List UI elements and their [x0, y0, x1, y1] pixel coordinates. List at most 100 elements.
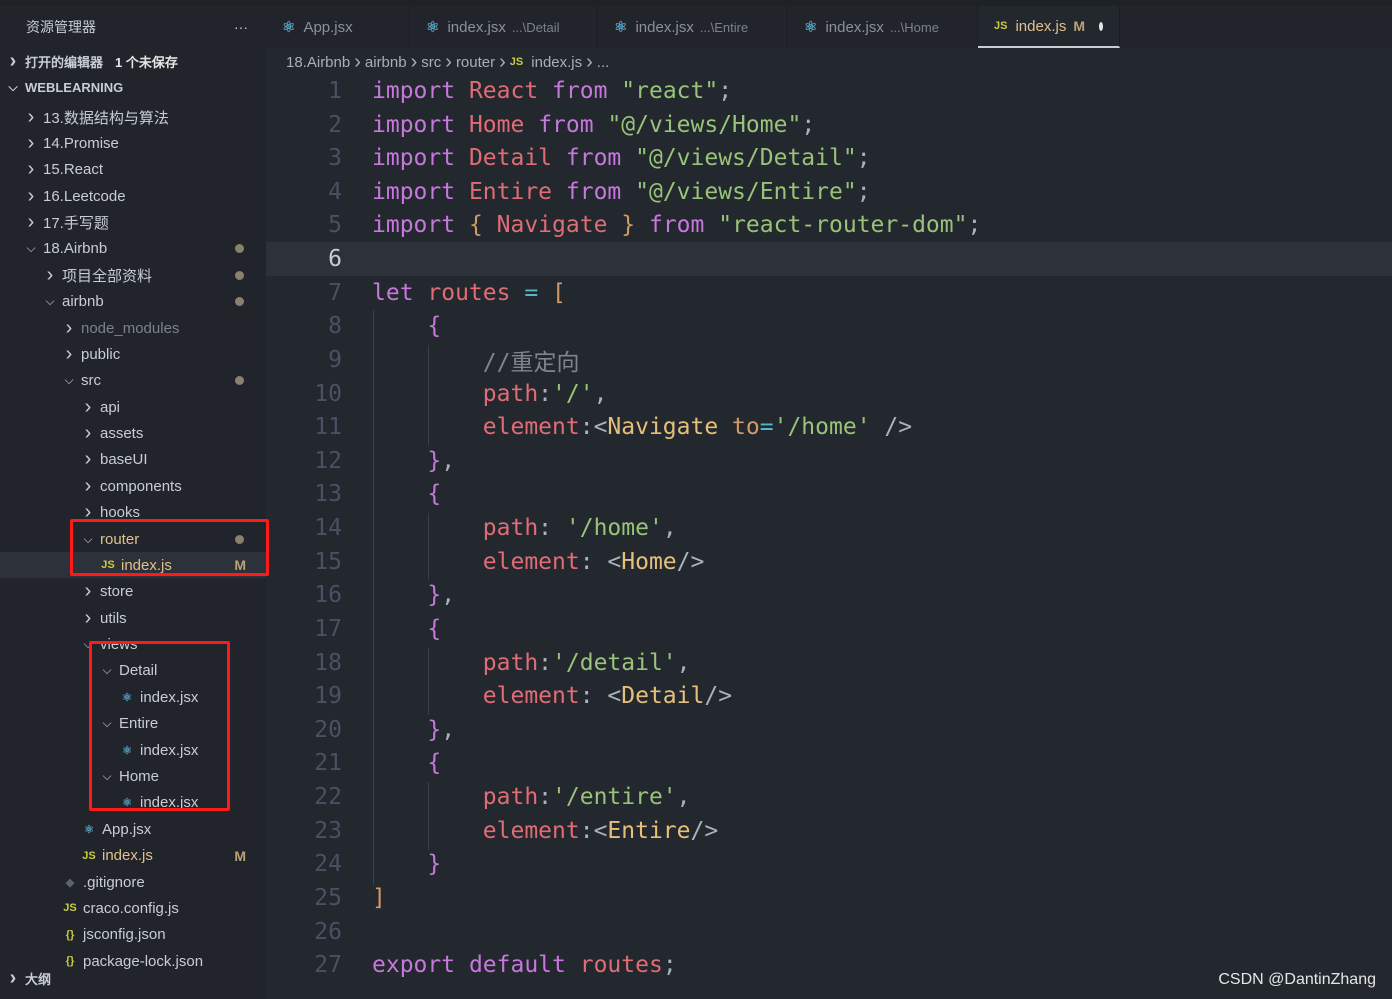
tree-item[interactable]: ⌵ WEBLEARNING: [0, 75, 266, 101]
code-line[interactable]: 21 {: [266, 746, 1392, 780]
unsaved-dot[interactable]: [1099, 21, 1103, 31]
tree-item[interactable]: › assets: [0, 421, 266, 447]
breadcrumb-item[interactable]: index.js: [531, 54, 582, 71]
breadcrumb-item[interactable]: router: [456, 54, 495, 71]
code-line[interactable]: 18 path:'/detail',: [266, 646, 1392, 680]
tree-item[interactable]: {} jsconfig.json: [0, 922, 266, 948]
tree-item[interactable]: › 项目全部资料: [0, 262, 266, 288]
line-number: 13: [314, 481, 342, 508]
tree-item[interactable]: ⌵ src: [0, 368, 266, 394]
code-token: ;: [662, 952, 677, 979]
code-token: }: [427, 716, 442, 743]
tree-item[interactable]: › 大纲: [0, 965, 266, 991]
tree-item-label: index.js: [102, 847, 153, 865]
breadcrumb-item[interactable]: airbnb: [365, 54, 407, 71]
more-actions-button[interactable]: ···: [234, 19, 248, 35]
tree-item[interactable]: ◆ .gitignore: [0, 869, 266, 895]
code-token: from: [565, 145, 636, 172]
tree-item[interactable]: › 16.Leetcode: [0, 183, 266, 209]
tree-item[interactable]: › baseUI: [0, 447, 266, 473]
code-line[interactable]: 12 },: [266, 444, 1392, 478]
code-token: ,: [441, 447, 456, 474]
code-token: "@/views/Home": [607, 111, 802, 138]
code-line[interactable]: 7 let routes = [: [266, 276, 1392, 310]
breadcrumb-item[interactable]: 18.Airbnb: [286, 54, 350, 71]
code-line[interactable]: 6: [266, 242, 1392, 277]
code-line[interactable]: 5 import { Navigate } from "react-router-…: [266, 208, 1392, 242]
code-token: default: [468, 952, 580, 979]
tree-item[interactable]: › node_modules: [0, 315, 266, 341]
tab-1[interactable]: ⚛ index.jsx ...\Detail: [410, 6, 598, 48]
unsaved-count: 1 个未保存: [115, 54, 178, 70]
tree-item-label: 18.Airbnb: [43, 240, 108, 258]
tree-item[interactable]: ⌵ 18.Airbnb: [0, 236, 266, 262]
tree-item[interactable]: › api: [0, 394, 266, 420]
line-text: path: '/home',: [372, 515, 677, 541]
tree-item[interactable]: ⚛ App.jsx: [0, 816, 266, 842]
code-line[interactable]: 4 import Entire from "@/views/Entire";: [266, 175, 1392, 209]
indent-guide: [428, 782, 429, 850]
tree-item[interactable]: › components: [0, 473, 266, 499]
tab-4[interactable]: JS index.js M: [978, 6, 1120, 48]
code-token: />: [870, 414, 913, 441]
tree-item-label: node_modules: [81, 319, 180, 337]
code-line[interactable]: 26: [266, 915, 1392, 949]
line-number: 12: [314, 447, 342, 474]
breadcrumb: 18.Airbnb › airbnb › src › router › JS index.js ›.…: [286, 50, 613, 74]
line-text: //重定向: [372, 343, 580, 377]
tree-item[interactable]: › utils: [0, 605, 266, 631]
breadcrumb-item[interactable]: ...: [597, 54, 610, 71]
tree-item[interactable]: JS craco.config.js: [0, 895, 266, 921]
code-line[interactable]: 9 //重定向: [266, 343, 1392, 377]
breadcrumb-item[interactable]: src: [421, 54, 441, 71]
code-line[interactable]: 23 element:<Entire/>: [266, 814, 1392, 848]
code-line[interactable]: 13 {: [266, 477, 1392, 511]
code-token: ,: [662, 515, 677, 542]
code-token: from: [538, 111, 608, 138]
code-token: React: [468, 78, 553, 104]
tree-item-label: 15.React: [43, 161, 104, 179]
line-text: path:'/entire',: [372, 784, 691, 810]
tree-item[interactable]: › store: [0, 579, 266, 605]
tree-item-label: 14.Promise: [43, 134, 119, 152]
code-line[interactable]: 2 import Home from "@/views/Home";: [266, 108, 1392, 142]
tree-item[interactable]: › 14.Promise: [0, 130, 266, 156]
code-token: }: [427, 582, 442, 609]
code-line[interactable]: 20 },: [266, 713, 1392, 747]
code-line[interactable]: 3 import Detail from "@/views/Detail";: [266, 141, 1392, 175]
code-line[interactable]: 10 path:'/',: [266, 377, 1392, 411]
tree-item[interactable]: › 15.React: [0, 157, 266, 183]
react-file-icon: ⚛: [614, 19, 628, 36]
react-file-icon: ⚛: [426, 19, 440, 36]
code-token: from: [565, 178, 636, 205]
code-line[interactable]: 16 },: [266, 578, 1392, 612]
code-line[interactable]: 8 {: [266, 309, 1392, 343]
tree-item[interactable]: › public: [0, 341, 266, 367]
code-line[interactable]: 25]: [266, 881, 1392, 915]
code-token: ,: [593, 380, 608, 407]
tab-3[interactable]: ⚛ index.jsx ...\Home: [788, 6, 978, 48]
tree-item[interactable]: › 打开的编辑器 1 个未保存: [0, 48, 266, 74]
line-text: path:'/detail',: [372, 650, 691, 676]
line-number: 27: [314, 952, 342, 979]
code-line[interactable]: 11 element:<Navigate to='/home' />: [266, 410, 1392, 444]
tab-0[interactable]: ⚛ App.jsx: [266, 6, 410, 48]
code-line[interactable]: 19 element: <Detail/>: [266, 679, 1392, 713]
code-line[interactable]: 24 }: [266, 847, 1392, 881]
tree-item[interactable]: › 13.数据结构与算法: [0, 104, 266, 130]
tree-item[interactable]: › 17.手写题: [0, 210, 266, 236]
code-line[interactable]: 15 element: <Home/>: [266, 545, 1392, 579]
code-token: :<: [579, 414, 608, 441]
tree-item[interactable]: JS index.js M: [0, 843, 266, 869]
code-line[interactable]: 17 {: [266, 612, 1392, 646]
code-token: routes: [579, 952, 663, 979]
line-number: 17: [314, 615, 342, 642]
code-line[interactable]: 1 import React from "react";: [266, 74, 1392, 108]
tree-item[interactable]: ⌵ airbnb: [0, 289, 266, 315]
code-line[interactable]: 14 path: '/home',: [266, 511, 1392, 545]
chevron-right-icon: ›: [84, 474, 92, 497]
tab-2[interactable]: ⚛ index.jsx ...\Entire: [598, 6, 788, 48]
code-line[interactable]: 22 path:'/entire',: [266, 780, 1392, 814]
chevron-down-icon: ⌵: [45, 294, 55, 309]
